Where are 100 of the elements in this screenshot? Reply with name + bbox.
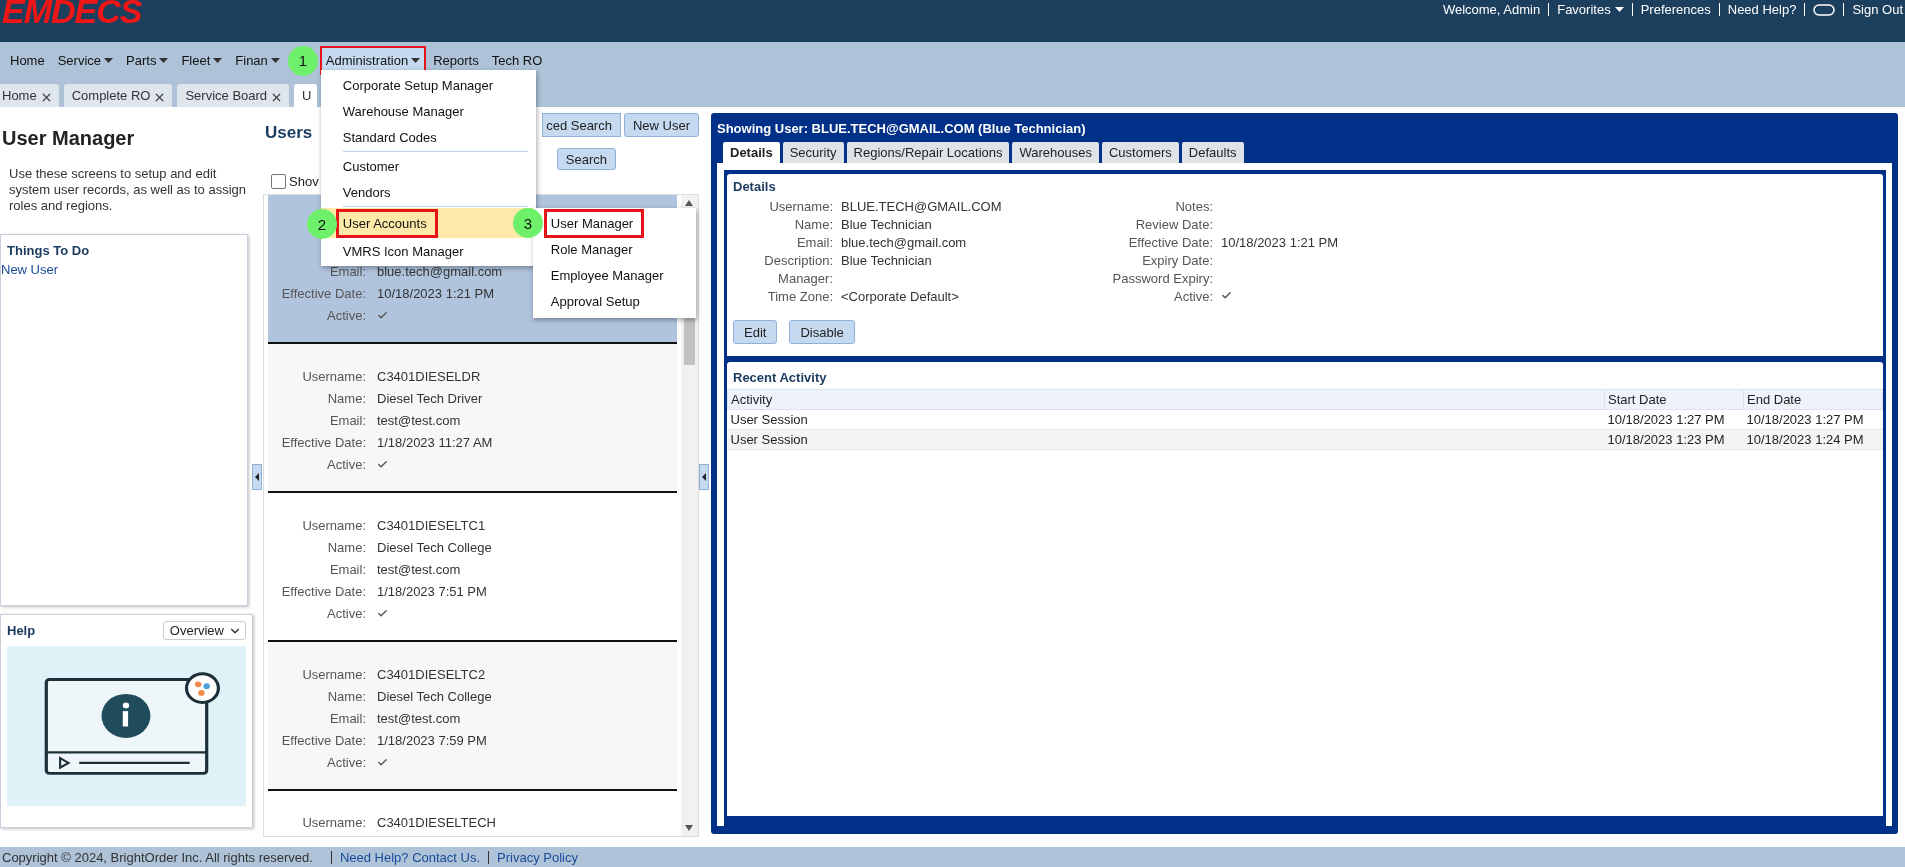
field-label: Effective Date: [280,583,366,599]
caret-icon [159,58,169,63]
field-value: C3401DIESELTC1 [377,517,486,533]
field-value: 10/18/2023 1:21 PM [1221,234,1339,252]
field-value: test@test.com [377,710,461,726]
field-label: Password Expiry: [1111,270,1213,288]
caret-icon [213,58,223,63]
nav-item[interactable]: Reports [428,47,484,74]
field-value: Diesel Tech College [377,539,492,555]
caret-icon [411,58,421,63]
detail-tab[interactable]: Security [782,142,844,163]
menu-item[interactable]: Standard Codes [338,125,445,149]
menu-item[interactable]: Warehouse Manager [338,99,472,123]
menu-item[interactable]: VMRS Icon Manager [338,239,472,263]
table-cell: User Session [727,429,1605,450]
column-header: End Date [1743,389,1883,410]
help-select[interactable]: Overview [162,621,246,640]
table-cell: User Session [727,409,1605,430]
detail-tab[interactable]: Customers [1102,142,1179,163]
page-description: Use these screens to setup and edit system user records, as well as to assign roles and regions. [9,166,246,214]
field-label: Email: [795,234,833,252]
toolbar-button[interactable]: New User [623,113,699,137]
header-link[interactable]: Need Help? [1727,2,1797,17]
page-tab[interactable]: Complete RO [63,84,173,107]
field-value: blue.tech@gmail.com [841,234,968,252]
field-label: Expiry Date: [1141,252,1213,270]
nav-item[interactable]: Finan [230,47,285,74]
chat-icon[interactable] [1813,3,1836,16]
field-value: C3401DIESELTC2 [377,666,486,682]
toolbar-button[interactable]: ced Search [542,113,621,137]
field-label: Email: [328,412,366,428]
caret-icon [104,58,114,63]
collapse-handle[interactable] [699,464,709,490]
nav-item[interactable]: Parts [121,47,174,74]
field-label: Username: [301,814,366,830]
field-value: Diesel Tech College [377,688,492,704]
field-value: 1/18/2023 11:27 AM [377,434,493,450]
field-value: BLUE.TECH@GMAIL.COM [841,198,1002,216]
nav-item[interactable]: Fleet [176,47,228,74]
header-link[interactable]: Sign Out [1852,2,1903,17]
column-header: Start Date [1604,389,1744,410]
menu-item[interactable]: Role Manager [546,237,641,261]
logo: EMDECS [2,0,142,31]
user-card[interactable]: Username: C3401DIESELTC2 Name: Diesel Tech College Email: test@test.com Effective Date: 1/18/2023 7:59 PM Active: [268,642,677,791]
caret-icon [270,58,280,63]
field-value: 10/18/2023 1:21 PM [377,285,495,301]
detail-tab[interactable]: Warehouses [1012,142,1099,163]
todo-link[interactable]: New User [1,262,247,277]
field-label: Email: [328,561,366,577]
detail-tab[interactable]: Regions/Repair Locations [846,142,1010,163]
column-header: Activity [727,389,1605,410]
detail-tab[interactable]: Details [723,142,780,163]
header-link[interactable]: Welcome, Admin [1442,2,1541,17]
header-link[interactable]: Favorites [1557,2,1624,17]
collapse-handle[interactable] [252,464,262,490]
list-title: Users [265,123,313,143]
checkbox[interactable] [271,174,286,189]
field-value: 1/18/2023 7:51 PM [377,583,487,599]
field-value: test@test.com [377,412,461,428]
action-button[interactable]: Disable [789,320,855,344]
field-label: Active: [326,307,366,323]
user-card[interactable]: Username: C3401DIESELDR Name: Diesel Tech Driver Email: test@test.com Effective Date: 1/18/2023 11:27 AM Active: [268,344,677,493]
field-label: Notes: [1174,198,1213,216]
page-tab[interactable]: U [294,84,318,107]
field-value: blue.tech@gmail.com [377,263,503,279]
page-tab[interactable]: Service Board [177,84,290,107]
field-value: C3401DIESELDR [377,368,481,384]
section-title: Things To Do [7,243,91,258]
nav-item[interactable]: Service [52,47,119,74]
field-label: Name: [326,688,366,704]
menu-item[interactable]: Approval Setup [546,289,648,313]
footer-link[interactable]: Need Help? Contact Us. [339,849,481,865]
field-label: Name: [793,216,833,234]
menu-item[interactable]: User Manager [546,211,642,235]
menu-item[interactable]: User Accounts [338,211,435,235]
field-label: Username: [301,368,366,384]
menu-item[interactable]: Customer [338,154,408,178]
menu-item[interactable]: Employee Manager [546,263,672,287]
header-link[interactable]: Preferences [1640,2,1711,17]
step-badge: 1 [287,45,318,76]
field-value: C3401DIESELTECH [377,814,496,830]
page-tab[interactable]: Home [0,84,59,107]
field-label: Username: [301,517,366,533]
field-label: Active: [326,605,366,621]
field-label: Effective Date: [280,732,366,748]
detail-tab[interactable]: Defaults [1181,142,1244,163]
footer-link[interactable]: Privacy Policy [497,849,578,865]
field-label: Email: [328,710,366,726]
field-label: Name: [326,390,366,406]
field-label: Effective Date: [280,434,366,450]
menu-item[interactable]: Corporate Setup Manager [338,73,502,97]
action-button[interactable]: Edit [733,320,778,344]
nav-item[interactable]: Tech RO [486,47,548,74]
nav-item[interactable]: Home [5,47,50,74]
field-value: test@test.com [377,561,461,577]
field-value: Blue Technician [841,252,933,270]
field-label: Review Date: [1134,216,1213,234]
search-button[interactable]: Search [556,148,616,170]
field-label: Username: [768,198,833,216]
field-value: Blue Technician [841,216,933,234]
